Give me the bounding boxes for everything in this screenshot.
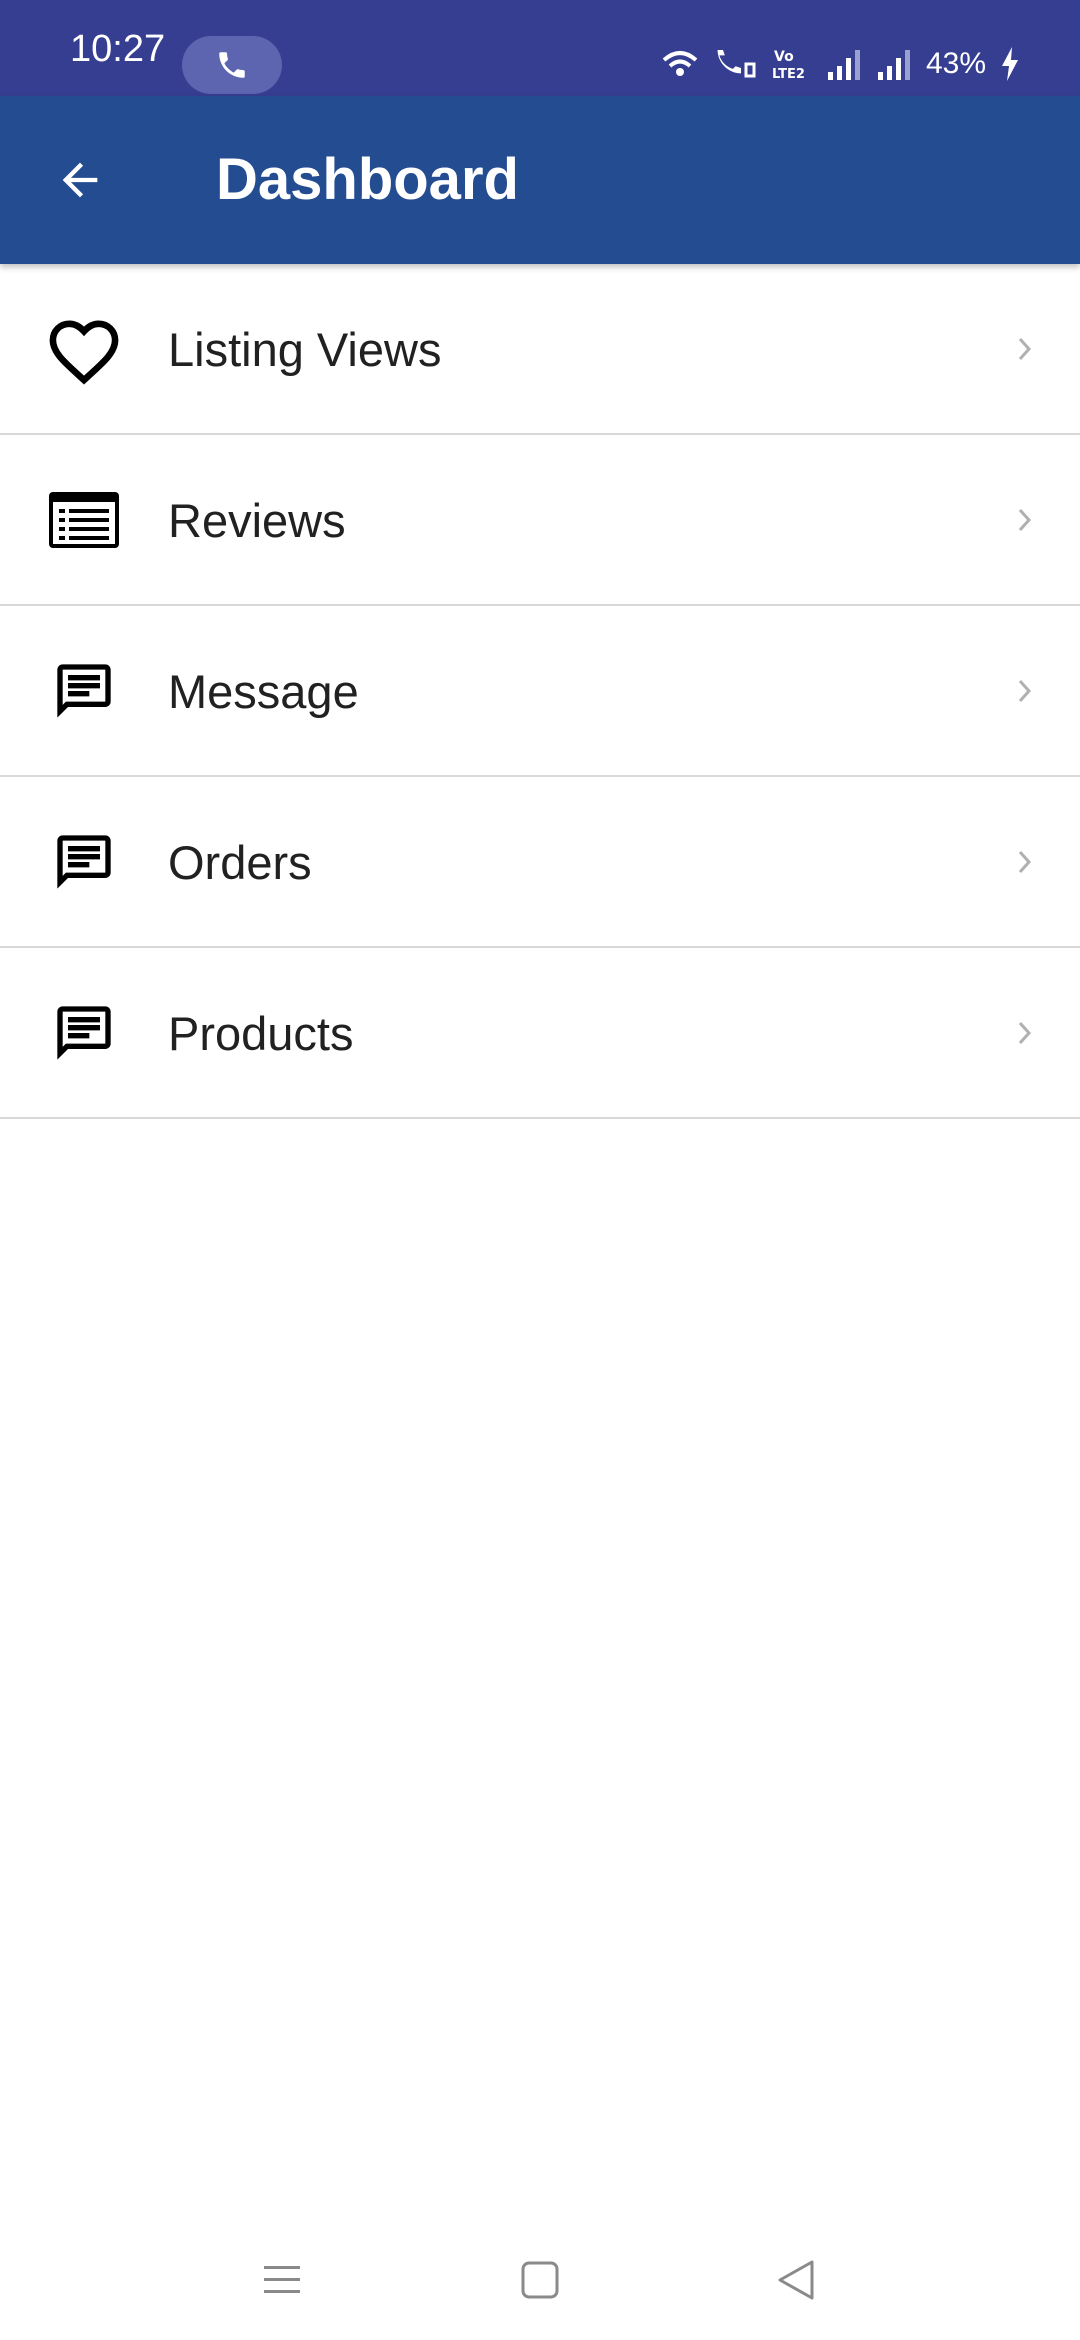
- menu-item-label: Reviews: [168, 494, 346, 547]
- volte-icon: Vo LTE2: [772, 49, 805, 81]
- chevron-right-icon: [1010, 329, 1040, 369]
- menu-icon: [264, 2266, 300, 2293]
- page-title: Dashboard: [216, 147, 519, 212]
- wifi-icon: [662, 51, 698, 76]
- chevron-right-icon: [1010, 500, 1040, 540]
- menu-item-message[interactable]: Message: [0, 606, 1080, 777]
- chevron-right-icon: [1010, 842, 1040, 882]
- charging-icon: [1002, 47, 1018, 81]
- home-button[interactable]: [500, 2240, 580, 2320]
- svg-text:LTE2: LTE2: [772, 67, 805, 81]
- menu-item-reviews[interactable]: Reviews: [0, 435, 1080, 606]
- heart-icon: [44, 309, 124, 389]
- menu-item-label: Message: [168, 665, 359, 718]
- menu-item-label: Listing Views: [168, 323, 442, 376]
- app-bar: Dashboard: [0, 96, 1080, 264]
- status-time: 10:27: [70, 28, 166, 70]
- wifi-calling-icon: [717, 50, 756, 78]
- ongoing-call-indicator[interactable]: [182, 36, 282, 94]
- menu-item-orders[interactable]: Orders: [0, 777, 1080, 948]
- recent-apps-button[interactable]: [242, 2240, 322, 2320]
- dashboard-menu-list: Listing Views Reviews Message Orders Pro…: [0, 264, 1080, 1119]
- menu-item-listing-views[interactable]: Listing Views: [0, 264, 1080, 435]
- list-icon: [44, 480, 124, 560]
- back-icon: [778, 2260, 814, 2300]
- message-icon: [44, 822, 124, 902]
- home-icon: [521, 2261, 559, 2299]
- menu-item-label: Products: [168, 1007, 354, 1060]
- chevron-right-icon: [1010, 671, 1040, 711]
- back-button[interactable]: [40, 140, 120, 220]
- status-icons: Vo LTE2 43%: [660, 44, 1020, 84]
- battery-percentage: 43%: [925, 47, 986, 80]
- status-bar: 10:27 Vo LTE2 43%: [0, 0, 1080, 96]
- signal-icon: [827, 50, 860, 80]
- chevron-right-icon: [1010, 1013, 1040, 1053]
- screen: 10:27 Vo LTE2 43% Dashboard Listing View…: [0, 0, 1080, 2340]
- arrow-left-icon: [62, 162, 98, 198]
- phone-call-icon: [219, 52, 245, 78]
- svg-text:Vo: Vo: [774, 49, 794, 65]
- system-back-button[interactable]: [756, 2240, 836, 2320]
- menu-item-products[interactable]: Products: [0, 948, 1080, 1119]
- menu-item-label: Orders: [168, 836, 312, 889]
- message-icon: [44, 993, 124, 1073]
- system-navigation-bar: [0, 2220, 1080, 2340]
- signal-icon: [877, 50, 910, 80]
- message-icon: [44, 651, 124, 731]
